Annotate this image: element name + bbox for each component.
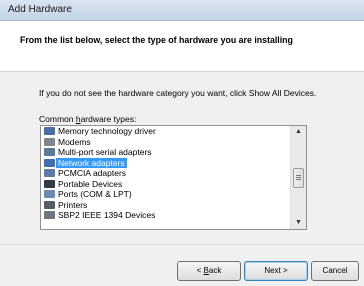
scroll-down-arrow-icon[interactable]: ▼ (291, 217, 306, 229)
list-item-label: Memory technology driver (58, 126, 156, 136)
wizard-header: From the list below, select the type of … (0, 21, 364, 72)
next-button[interactable]: Next > (244, 261, 308, 281)
title-bar: Add Hardware (0, 0, 364, 21)
wizard-footer: < Back Next > Cancel (0, 244, 364, 286)
list-item[interactable]: Printers (41, 200, 289, 211)
list-item[interactable]: PCMCIA adapters (41, 168, 289, 179)
list-item[interactable]: Memory technology driver (41, 126, 289, 137)
grip-line (296, 175, 301, 176)
back-button[interactable]: < Back (177, 261, 241, 281)
grip-line (296, 177, 301, 178)
list-item-label: PCMCIA adapters (58, 168, 127, 178)
cancel-button[interactable]: Cancel (311, 261, 359, 281)
list-item-label: Modems (58, 136, 91, 147)
network-adapter-icon (44, 158, 55, 167)
window-title: Add Hardware (8, 4, 72, 15)
portable-device-icon (44, 179, 55, 188)
hardware-types-listbox[interactable]: Memory technology driver Modems Multi-port… (40, 125, 307, 230)
list-item[interactable]: Portable Devices (41, 179, 289, 190)
grip-line (296, 179, 301, 180)
modem-icon (44, 137, 55, 146)
hardware-types-list: Memory technology driver Modems Multi-port… (41, 126, 289, 221)
list-item-label: Printers (58, 199, 88, 210)
scroll-up-arrow-icon[interactable]: ▲ (291, 126, 306, 138)
list-item-label: Network adapters (56, 157, 127, 168)
vertical-scrollbar[interactable]: ▲ ▼ (290, 126, 306, 229)
list-item[interactable]: SBP2 IEEE 1394 Devices (41, 210, 289, 221)
list-item-label: Multi-port serial adapters (58, 147, 152, 157)
serial-port-icon (44, 148, 55, 156)
list-item-label: SBP2 IEEE 1394 Devices (58, 210, 156, 220)
list-item[interactable]: Modems (41, 137, 289, 148)
list-item[interactable]: Multi-port serial adapters (41, 147, 289, 158)
scroll-thumb[interactable] (293, 168, 304, 188)
pcmcia-icon (44, 169, 55, 177)
list-label: Common hardware types: (39, 114, 137, 124)
header-instruction: From the list below, select the type of … (20, 35, 293, 45)
wizard-content: If you do not see the hardware category … (0, 72, 364, 244)
ieee1394-icon (44, 211, 55, 219)
memory-icon (44, 127, 55, 135)
port-icon (44, 190, 55, 198)
list-item-label: Portable Devices (58, 178, 123, 189)
list-item[interactable]: Network adapters (41, 157, 289, 169)
list-item[interactable]: Ports (COM & LPT) (41, 189, 289, 200)
list-item-label: Ports (COM & LPT) (58, 189, 132, 199)
show-all-hint: If you do not see the hardware category … (39, 88, 317, 98)
printer-icon (44, 200, 55, 209)
